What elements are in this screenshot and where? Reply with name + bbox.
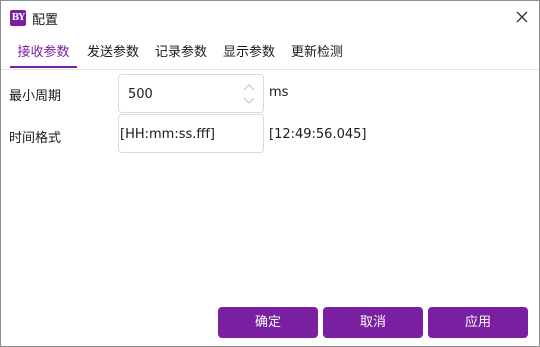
tab-log-params[interactable]: 记录参数 [151,41,211,67]
time-format-label: 时间格式 [9,131,62,146]
cancel-button[interactable]: 取消 [323,307,423,338]
time-format-input[interactable]: [HH:mm:ss.fff] [118,114,264,153]
tab-bar: 接收参数 发送参数 记录参数 显示参数 更新检测 [1,41,539,70]
apply-button[interactable]: 应用 [428,307,528,338]
min-period-unit: ms [269,85,289,100]
tab-receive-params[interactable]: 接收参数 [10,41,77,68]
tab-display-params[interactable]: 显示参数 [219,41,279,67]
close-button[interactable] [512,7,532,27]
decrement-button[interactable] [243,96,255,105]
title-bar: BY 配置 [1,1,539,35]
time-format-value: [HH:mm:ss.fff] [120,127,215,142]
window-title: 配置 [32,13,59,28]
tab-update-check[interactable]: 更新检测 [287,41,347,67]
app-logo-text: BY [11,13,25,23]
min-period-spinbox[interactable]: 500 [118,74,264,113]
ok-button[interactable]: 确定 [218,307,318,338]
time-format-preview: [12:49:56.045] [269,127,367,142]
chevron-down-icon [243,97,255,104]
app-logo-icon: BY [10,10,26,26]
tab-send-params[interactable]: 发送参数 [83,41,143,67]
chevron-up-icon [243,83,255,90]
config-dialog: BY 配置 接收参数 发送参数 记录参数 显示参数 更新检测 最小周期 500 … [0,0,540,347]
increment-button[interactable] [243,82,255,91]
close-icon [516,11,528,23]
min-period-value: 500 [128,87,153,102]
min-period-label: 最小周期 [9,89,62,104]
